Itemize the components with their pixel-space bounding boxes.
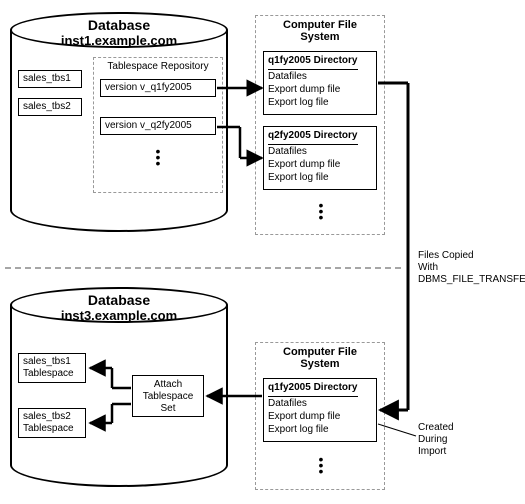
cfs1-dir1-title: q1fy2005 Directory xyxy=(268,54,358,70)
cfs1-dir2-title: q2fy2005 Directory xyxy=(268,129,358,145)
cfs2-dir1-l1: Datafiles xyxy=(268,398,307,409)
cfs2-dir1-l3: Export log file xyxy=(268,424,329,435)
cfs2-title: Computer File System xyxy=(255,346,385,370)
cfs1-dir2-l1: Datafiles xyxy=(268,146,307,157)
cfs1-dir2-l2: Export dump file xyxy=(268,159,340,170)
created-during-import-note: Created During Import xyxy=(418,422,498,458)
cfs2-vdots: ••• xyxy=(313,456,329,474)
cfs1-dir1-l1: Datafiles xyxy=(268,71,307,82)
cfs2-dir1-l2: Export dump file xyxy=(268,411,340,422)
db1-title: Database xyxy=(10,17,228,33)
repo-vdots: ••• xyxy=(150,148,166,166)
db1-ts2: sales_tbs2 xyxy=(18,98,82,116)
db3-title: Database xyxy=(10,292,228,308)
db1-host: inst1.example.com xyxy=(10,33,228,48)
cfs1-dir1-l3: Export log file xyxy=(268,97,329,108)
db3-ts2: sales_tbs2 Tablespace xyxy=(18,408,86,438)
repo-version2: version v_q2fy2005 xyxy=(100,117,216,135)
cfs1-title: Computer File System xyxy=(255,19,385,43)
cfs1-dir2: q2fy2005 Directory Datafiles Export dump… xyxy=(263,126,377,190)
cfs2-dir1-title: q1fy2005 Directory xyxy=(268,381,358,397)
cfs2-dir1: q1fy2005 Directory Datafiles Export dump… xyxy=(263,378,377,442)
db1-ts1: sales_tbs1 xyxy=(18,70,82,88)
attach-tablespace-set: Attach Tablespace Set xyxy=(132,375,204,417)
cfs1-dir2-l3: Export log file xyxy=(268,172,329,183)
repo-title: Tablespace Repository xyxy=(93,61,223,72)
cfs1-vdots: ••• xyxy=(313,202,329,220)
cfs1-dir1: q1fy2005 Directory Datafiles Export dump… xyxy=(263,51,377,115)
cfs1-dir1-l2: Export dump file xyxy=(268,84,340,95)
db3-ts1: sales_tbs1 Tablespace xyxy=(18,353,86,383)
db3-host: inst3.example.com xyxy=(10,308,228,323)
files-copied-note: Files Copied With DBMS_FILE_TRANSFER xyxy=(418,250,525,286)
repo-version1: version v_q1fy2005 xyxy=(100,79,216,97)
